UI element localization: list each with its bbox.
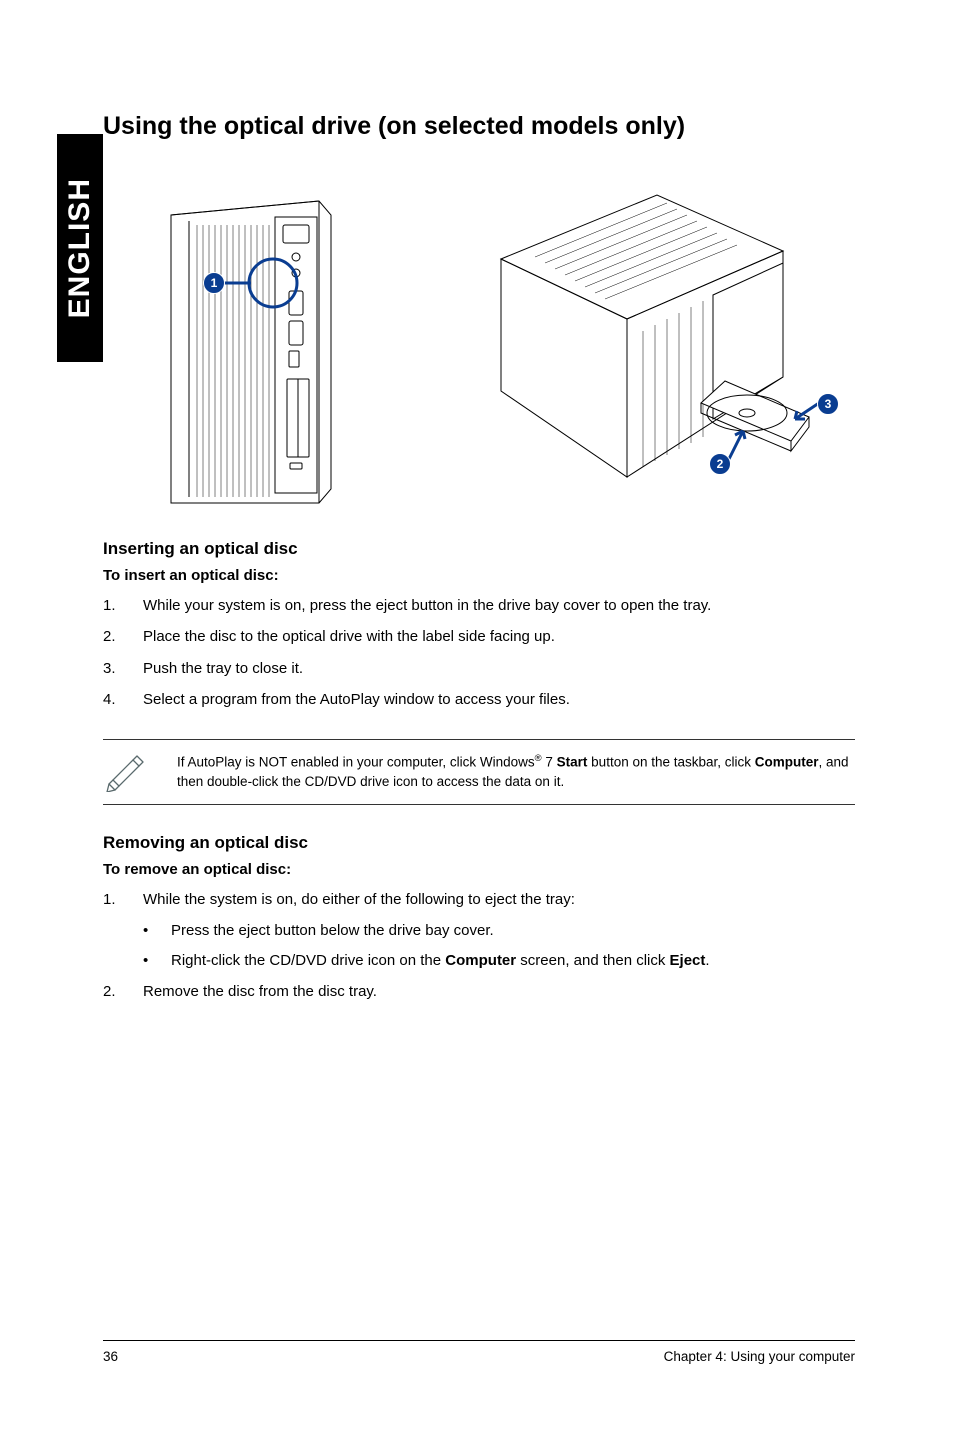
inserting-steps: 1. While your system is on, press the ej…: [103, 594, 855, 711]
insert-step-2: 2. Place the disc to the optical drive w…: [103, 625, 855, 648]
page-number: 36: [103, 1349, 118, 1364]
language-tab: ENGLISH: [57, 134, 103, 362]
bullet-2: • Right-click the CD/DVD drive icon on t…: [143, 949, 855, 972]
page-content: Using the optical drive (on selected mod…: [103, 112, 855, 1011]
chapter-label: Chapter 4: Using your computer: [664, 1349, 855, 1364]
remove-bullets: • Press the eject button below the drive…: [143, 919, 855, 972]
step-text: While the system is on, do either of the…: [143, 888, 855, 911]
iso-tower-svg: [447, 181, 847, 511]
bullet-dot: •: [143, 919, 171, 942]
step-text: While your system is on, press the eject…: [143, 594, 855, 617]
step-text: Push the tray to close it.: [143, 657, 855, 680]
removing-heading: Removing an optical disc: [103, 833, 855, 853]
remove-step-1: 1. While the system is on, do either of …: [103, 888, 855, 911]
step-text: Remove the disc from the disc tray.: [143, 980, 855, 1003]
removing-steps-2: 2. Remove the disc from the disc tray.: [103, 980, 855, 1003]
note-text: If AutoPlay is NOT enabled in your compu…: [177, 750, 855, 792]
step-num: 2.: [103, 625, 143, 648]
insert-step-1: 1. While your system is on, press the ej…: [103, 594, 855, 617]
callout-3: 3: [817, 393, 839, 415]
inserting-heading: Inserting an optical disc: [103, 539, 855, 559]
page-footer: 36 Chapter 4: Using your computer: [103, 1340, 855, 1364]
removing-subhead: To remove an optical disc:: [103, 861, 855, 878]
insert-step-3: 3. Push the tray to close it.: [103, 657, 855, 680]
diagram-isometric: 2 3: [447, 181, 847, 511]
step-num: 3.: [103, 657, 143, 680]
remove-step-2: 2. Remove the disc from the disc tray.: [103, 980, 855, 1003]
removing-steps: 1. While the system is on, do either of …: [103, 888, 855, 911]
bullet-text: Press the eject button below the drive b…: [171, 919, 494, 942]
inserting-subhead: To insert an optical disc:: [103, 567, 855, 584]
diagram-row: 1: [103, 181, 855, 511]
callout-1: 1: [203, 272, 225, 294]
step-num: 2.: [103, 980, 143, 1003]
note-pencil-icon: [103, 750, 149, 792]
callout-2: 2: [709, 453, 731, 475]
diagram-front: 1: [103, 181, 403, 511]
step-text: Select a program from the AutoPlay windo…: [143, 688, 855, 711]
step-num: 1.: [103, 888, 143, 911]
page-title: Using the optical drive (on selected mod…: [103, 112, 855, 141]
step-num: 1.: [103, 594, 143, 617]
bullet-text: Right-click the CD/DVD drive icon on the…: [171, 949, 710, 972]
bullet-dot: •: [143, 949, 171, 972]
step-num: 4.: [103, 688, 143, 711]
insert-step-4: 4. Select a program from the AutoPlay wi…: [103, 688, 855, 711]
front-tower-svg: [103, 181, 403, 511]
autoplay-note: If AutoPlay is NOT enabled in your compu…: [103, 739, 855, 805]
language-label: ENGLISH: [63, 178, 97, 318]
bullet-1: • Press the eject button below the drive…: [143, 919, 855, 942]
step-text: Place the disc to the optical drive with…: [143, 625, 855, 648]
